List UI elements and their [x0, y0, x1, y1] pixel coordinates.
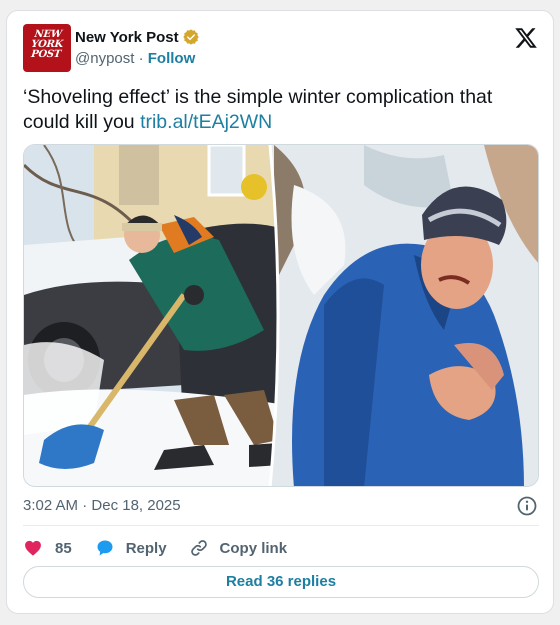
- left-panel-shoveling-man: [24, 145, 278, 486]
- speech-bubble-icon: [97, 540, 113, 556]
- reply-button[interactable]: Reply: [95, 538, 167, 558]
- separator-dot: ·: [138, 50, 144, 67]
- author-name-row: New York Post: [75, 27, 199, 47]
- tweet-media[interactable]: [23, 144, 539, 487]
- copy-link-label: Copy link: [219, 539, 288, 557]
- nypost-avatar[interactable]: NEW YORK POST: [23, 24, 71, 72]
- verified-badge-icon: [182, 29, 199, 45]
- tweet-timestamp[interactable]: 3:02 AM · Dec 18, 2025: [23, 497, 181, 514]
- heart-icon: [25, 540, 41, 556]
- copy-link-button[interactable]: Copy link: [189, 538, 288, 558]
- link-icon: [190, 540, 207, 556]
- like-count: 85: [55, 539, 72, 557]
- like-button[interactable]: 85: [23, 538, 72, 558]
- media-image: [24, 145, 538, 486]
- follow-button[interactable]: Follow: [148, 50, 196, 67]
- author-handle[interactable]: @nypost: [75, 50, 134, 67]
- tweet-time: 3:02 AM: [23, 497, 79, 514]
- tweet-date: Dec 18, 2025: [91, 497, 181, 514]
- tweet-link[interactable]: trib.al/tEAj2WN: [140, 111, 272, 133]
- tweet-text: ‘Shoveling effect’ is the simple winter …: [23, 85, 533, 135]
- separator-dot: ·: [82, 497, 88, 514]
- action-bar: 85 Reply Copy link: [23, 537, 287, 559]
- author-handle-row: @nypost · Follow: [75, 50, 195, 67]
- tweet-card: NEW YORK POST New York Post @nypost · Fo…: [6, 10, 554, 614]
- right-panel-man-clutching-chest: [270, 145, 538, 486]
- reply-label: Reply: [125, 539, 167, 557]
- divider: [23, 525, 539, 526]
- author-name[interactable]: New York Post: [75, 29, 179, 46]
- x-logo-icon[interactable]: [514, 26, 538, 50]
- read-replies-button[interactable]: Read 36 replies: [23, 566, 539, 598]
- nypost-logo: NEW YORK POST: [30, 29, 64, 60]
- info-icon[interactable]: [516, 495, 538, 517]
